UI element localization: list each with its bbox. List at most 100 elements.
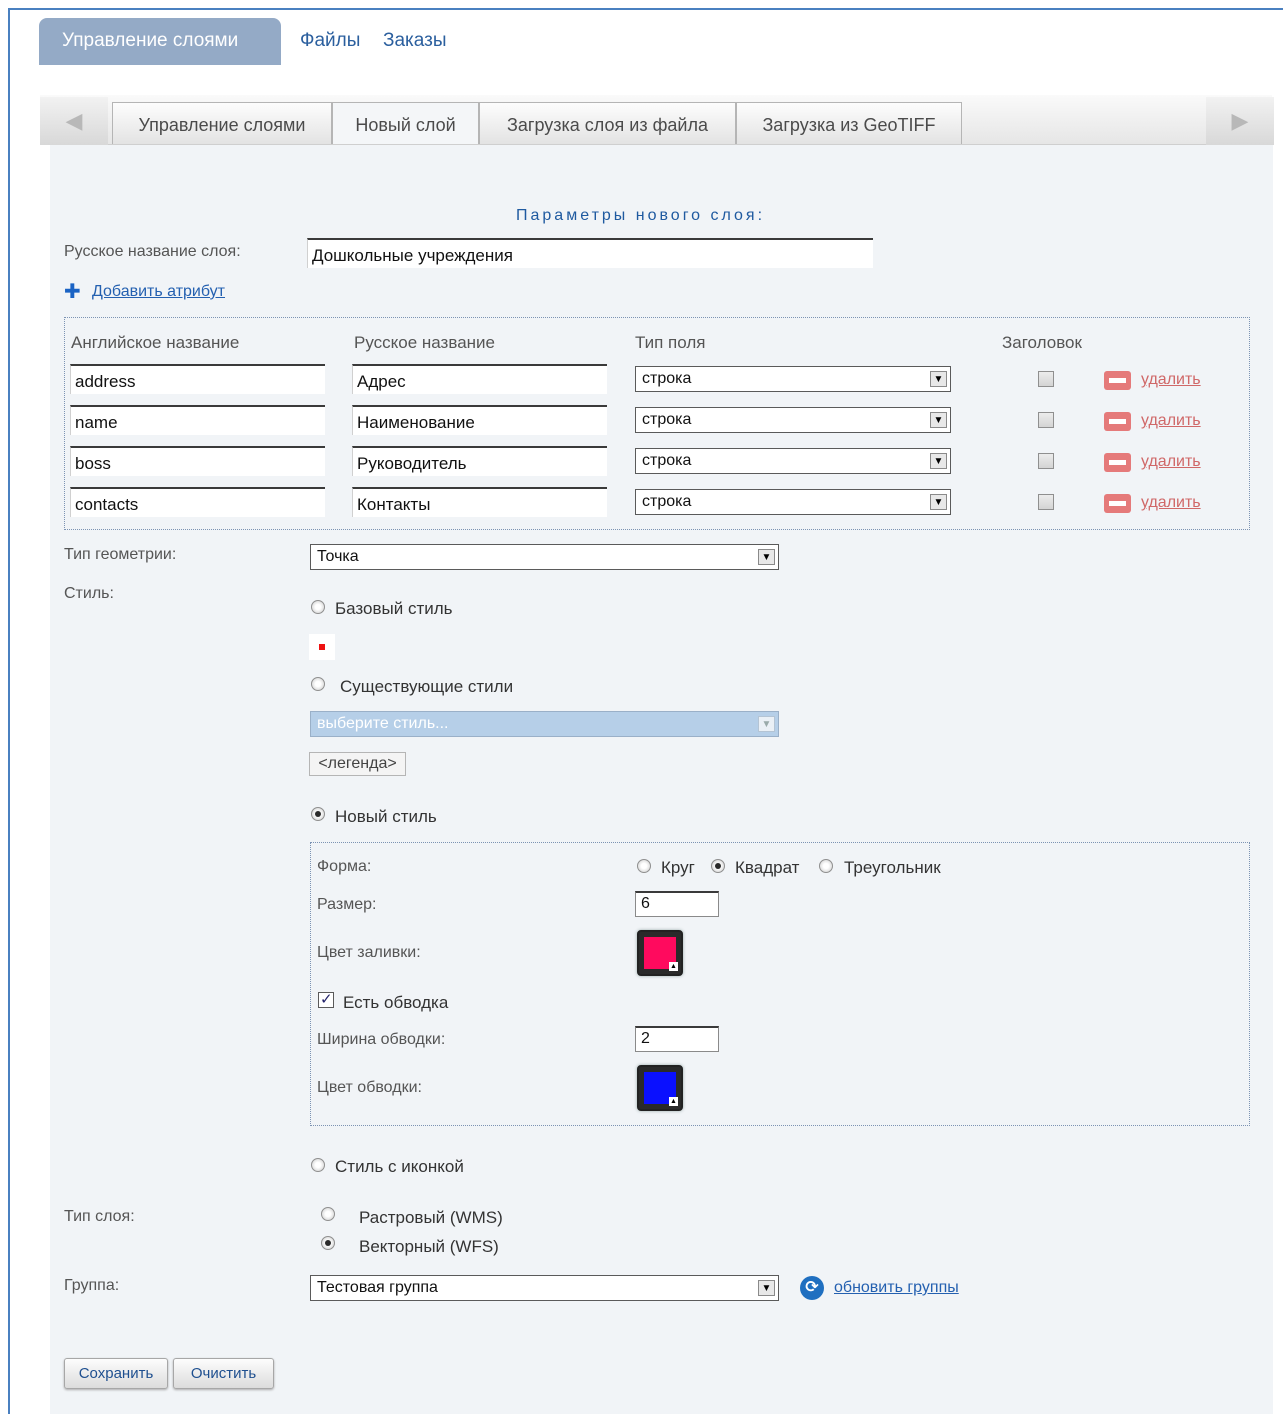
tab-load-geotiff[interactable]: Загрузка из GeoTIFF: [736, 102, 962, 144]
attr-delete-link[interactable]: удалить: [1141, 412, 1201, 430]
column-header-english: Английское название: [71, 333, 240, 352]
style-icon-label: Стиль с иконкой: [335, 1157, 464, 1176]
column-header-field-type: Тип поля: [635, 333, 706, 352]
refresh-icon[interactable]: ⟳: [800, 1276, 824, 1300]
attr-type-select[interactable]: строка ▼: [635, 407, 951, 433]
attr-english-name-input[interactable]: name: [70, 405, 325, 435]
attr-russian-name-input[interactable]: Наименование: [352, 405, 607, 435]
stroke-color-picker[interactable]: ▲: [637, 1065, 683, 1111]
attr-delete-link[interactable]: удалить: [1141, 494, 1201, 512]
delete-icon[interactable]: [1104, 371, 1131, 390]
style-base-label: Базовый стиль: [335, 599, 453, 618]
layer-type-wfs-label: Векторный (WFS): [359, 1237, 499, 1256]
section-title: Параметры нового слоя:: [516, 207, 766, 224]
chevron-down-icon: ▼: [930, 371, 947, 387]
add-attribute-link[interactable]: Добавить атрибут: [92, 283, 225, 301]
delete-icon[interactable]: [1104, 494, 1131, 513]
tab-load-from-file[interactable]: Загрузка слоя из файла: [479, 102, 736, 144]
attr-english-name-input[interactable]: contacts: [70, 487, 325, 517]
chevron-down-icon: ▼: [930, 412, 947, 428]
geometry-type-value: Точка: [317, 548, 359, 565]
size-label: Размер:: [317, 896, 377, 913]
layer-name-input[interactable]: Дошкольные учреждения: [307, 238, 873, 268]
delete-icon[interactable]: [1104, 412, 1131, 431]
attr-english-name-input[interactable]: address: [70, 364, 325, 394]
attr-russian-name-input[interactable]: Руководитель: [352, 446, 607, 476]
shape-circle-radio[interactable]: [637, 859, 651, 873]
top-nav-layers[interactable]: Управление слоями: [39, 18, 281, 65]
tab-prev-icon[interactable]: ◀: [40, 97, 108, 145]
picker-corner-icon: ▲: [669, 1097, 678, 1106]
window-top-border: [8, 8, 1283, 10]
save-button[interactable]: Сохранить: [64, 1358, 168, 1389]
shape-triangle-label: Треугольник: [844, 858, 941, 877]
attr-type-value: строка: [642, 493, 692, 510]
legend-button[interactable]: <легенда>: [309, 752, 406, 776]
layer-type-wms-radio[interactable]: [321, 1207, 335, 1221]
layer-type-wms-label: Растровый (WMS): [359, 1208, 503, 1227]
attr-russian-name-input[interactable]: Контакты: [352, 487, 607, 517]
style-existing-radio[interactable]: [311, 677, 325, 691]
group-select[interactable]: Тестовая группа ▼: [310, 1275, 779, 1301]
stroke-color-label: Цвет обводки:: [317, 1079, 422, 1096]
shape-square-radio[interactable]: [711, 859, 725, 873]
chevron-down-icon: ▼: [758, 716, 775, 732]
group-value: Тестовая группа: [317, 1279, 438, 1296]
chevron-down-icon: ▼: [758, 549, 775, 565]
geometry-type-label: Тип геометрии:: [64, 546, 177, 563]
attr-title-checkbox[interactable]: [1038, 412, 1054, 428]
attr-title-checkbox[interactable]: [1038, 453, 1054, 469]
clear-button[interactable]: Очистить: [173, 1358, 274, 1389]
attr-title-checkbox[interactable]: [1038, 371, 1054, 387]
tab-new-layer[interactable]: Новый слой: [332, 102, 479, 144]
checkmark-icon: ✓: [320, 991, 333, 1008]
attr-english-name-input[interactable]: boss: [70, 446, 325, 476]
style-new-radio[interactable]: [311, 807, 325, 821]
layer-type-label: Тип слоя:: [64, 1208, 135, 1225]
picker-corner-icon: ▲: [669, 962, 678, 971]
group-label: Группа:: [64, 1277, 120, 1294]
style-existing-label: Существующие стили: [340, 677, 514, 696]
size-input[interactable]: 6: [635, 891, 719, 917]
attr-delete-link[interactable]: удалить: [1141, 453, 1201, 471]
style-new-label: Новый стиль: [335, 807, 437, 826]
attr-russian-name-input[interactable]: Адрес: [352, 364, 607, 394]
attr-type-select[interactable]: строка ▼: [635, 448, 951, 474]
style-label: Стиль:: [64, 585, 114, 602]
stroke-width-input[interactable]: 2: [635, 1026, 719, 1052]
shape-triangle-radio[interactable]: [819, 859, 833, 873]
chevron-down-icon: ▼: [758, 1280, 775, 1296]
attr-type-select[interactable]: строка ▼: [635, 489, 951, 515]
plus-icon[interactable]: ✚: [64, 282, 81, 302]
has-stroke-checkbox[interactable]: ✓: [318, 991, 334, 1008]
has-stroke-label: Есть обводка: [343, 993, 449, 1012]
style-base-radio[interactable]: [311, 600, 325, 614]
base-style-swatch: [309, 634, 335, 660]
attr-type-value: строка: [642, 452, 692, 469]
fill-color-label: Цвет заливки:: [317, 944, 421, 961]
top-nav-orders[interactable]: Заказы: [383, 30, 447, 52]
existing-style-placeholder: выберите стиль...: [317, 715, 449, 732]
shape-circle-label: Круг: [661, 858, 695, 877]
top-nav-files[interactable]: Файлы: [300, 30, 360, 52]
attr-delete-link[interactable]: удалить: [1141, 371, 1201, 389]
existing-style-select[interactable]: выберите стиль... ▼: [310, 711, 779, 737]
geometry-type-select[interactable]: Точка ▼: [310, 544, 779, 570]
attr-type-value: строка: [642, 411, 692, 428]
tab-layer-management[interactable]: Управление слоями: [112, 102, 332, 144]
tab-next-icon[interactable]: ▶: [1206, 97, 1274, 145]
column-header-russian: Русское название: [354, 333, 495, 352]
chevron-down-icon: ▼: [930, 494, 947, 510]
attr-title-checkbox[interactable]: [1038, 494, 1054, 510]
fill-color-picker[interactable]: ▲: [637, 930, 683, 976]
new-style-settings: [310, 842, 1250, 1126]
attr-type-select[interactable]: строка ▼: [635, 366, 951, 392]
delete-icon[interactable]: [1104, 453, 1131, 472]
stroke-width-label: Ширина обводки:: [317, 1031, 446, 1048]
refresh-groups-link[interactable]: обновить группы: [834, 1279, 959, 1297]
window-left-border: [8, 8, 10, 1414]
layer-type-wfs-radio[interactable]: [321, 1236, 335, 1250]
style-icon-radio[interactable]: [311, 1158, 325, 1172]
attr-type-value: строка: [642, 370, 692, 387]
layer-name-label: Русское название слоя:: [64, 243, 241, 260]
